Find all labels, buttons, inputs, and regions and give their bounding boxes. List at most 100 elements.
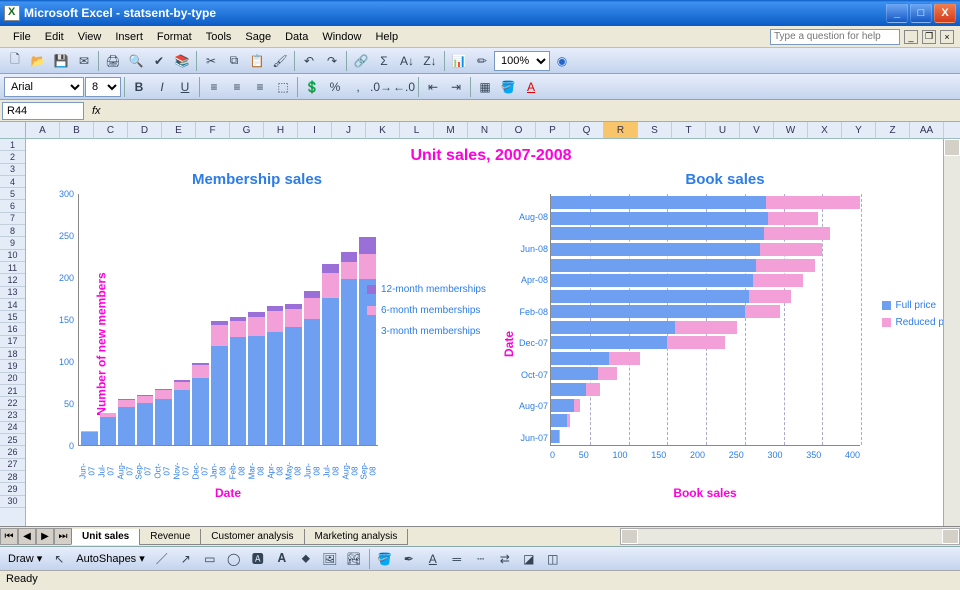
- inc-indent-icon[interactable]: ⇥: [445, 76, 467, 98]
- font-color-icon[interactable]: A: [520, 76, 542, 98]
- row-19[interactable]: 19: [0, 360, 25, 372]
- col-T[interactable]: T: [672, 122, 706, 139]
- scroll-right-icon[interactable]: [942, 529, 959, 544]
- rectangle-icon[interactable]: ▭: [199, 548, 221, 570]
- row-17[interactable]: 17: [0, 336, 25, 348]
- align-right-icon[interactable]: ≡: [249, 76, 271, 98]
- col-O[interactable]: O: [502, 122, 536, 139]
- menu-tools[interactable]: Tools: [199, 29, 239, 45]
- row-16[interactable]: 16: [0, 323, 25, 335]
- col-R[interactable]: R: [604, 122, 638, 139]
- doc-restore[interactable]: ❐: [922, 30, 936, 44]
- menu-insert[interactable]: Insert: [108, 29, 150, 45]
- line-icon[interactable]: ／: [151, 548, 173, 570]
- merge-icon[interactable]: ⬚: [272, 76, 294, 98]
- currency-icon[interactable]: 💲: [301, 76, 323, 98]
- draw-menu[interactable]: Draw ▾: [4, 552, 46, 565]
- row-6[interactable]: 6: [0, 200, 25, 212]
- col-D[interactable]: D: [128, 122, 162, 139]
- row-15[interactable]: 15: [0, 311, 25, 323]
- tab-unit-sales[interactable]: Unit sales: [71, 529, 140, 545]
- format-painter-icon[interactable]: 🖌: [269, 50, 291, 72]
- col-W[interactable]: W: [774, 122, 808, 139]
- col-K[interactable]: K: [366, 122, 400, 139]
- col-AA[interactable]: AA: [910, 122, 944, 139]
- chart-wizard-icon[interactable]: 📊: [448, 50, 470, 72]
- close-button[interactable]: X: [934, 3, 956, 23]
- sort-desc-icon[interactable]: Z↓: [419, 50, 441, 72]
- hyperlink-icon[interactable]: 🔗: [350, 50, 372, 72]
- name-box[interactable]: [2, 102, 84, 120]
- inc-decimal-icon[interactable]: .0→: [370, 76, 392, 98]
- row-4[interactable]: 4: [0, 176, 25, 188]
- col-B[interactable]: B: [60, 122, 94, 139]
- align-center-icon[interactable]: ≡: [226, 76, 248, 98]
- row-18[interactable]: 18: [0, 348, 25, 360]
- row-13[interactable]: 13: [0, 287, 25, 299]
- col-H[interactable]: H: [264, 122, 298, 139]
- row-1[interactable]: 1: [0, 139, 25, 151]
- fill-color-icon[interactable]: 🪣: [497, 76, 519, 98]
- comma-icon[interactable]: ,: [347, 76, 369, 98]
- row-23[interactable]: 23: [0, 410, 25, 422]
- autoshapes-menu[interactable]: AutoShapes ▾: [72, 552, 149, 565]
- new-icon[interactable]: 🗋: [4, 50, 26, 72]
- col-P[interactable]: P: [536, 122, 570, 139]
- diagram-icon[interactable]: ⬥: [295, 548, 317, 570]
- textbox-icon[interactable]: 🅰: [247, 548, 269, 570]
- open-icon[interactable]: 📂: [27, 50, 49, 72]
- 3d-icon[interactable]: ◫: [542, 548, 564, 570]
- col-V[interactable]: V: [740, 122, 774, 139]
- autosum-icon[interactable]: Σ: [373, 50, 395, 72]
- minimize-button[interactable]: _: [886, 3, 908, 23]
- dash-style-icon[interactable]: ┄: [470, 548, 492, 570]
- select-objects-icon[interactable]: ↖: [48, 548, 70, 570]
- col-X[interactable]: X: [808, 122, 842, 139]
- col-L[interactable]: L: [400, 122, 434, 139]
- save-icon[interactable]: 💾: [50, 50, 72, 72]
- col-G[interactable]: G: [230, 122, 264, 139]
- oval-icon[interactable]: ◯: [223, 548, 245, 570]
- preview-icon[interactable]: 🔍: [125, 50, 147, 72]
- col-C[interactable]: C: [94, 122, 128, 139]
- menu-help[interactable]: Help: [368, 29, 405, 45]
- col-M[interactable]: M: [434, 122, 468, 139]
- col-E[interactable]: E: [162, 122, 196, 139]
- select-all[interactable]: [0, 122, 26, 139]
- tab-customer-analysis[interactable]: Customer analysis: [200, 529, 304, 545]
- print-icon[interactable]: 🖨: [102, 50, 124, 72]
- col-J[interactable]: J: [332, 122, 366, 139]
- menu-edit[interactable]: Edit: [38, 29, 71, 45]
- underline-icon[interactable]: U: [174, 76, 196, 98]
- doc-close[interactable]: ×: [940, 30, 954, 44]
- dec-decimal-icon[interactable]: ←.0: [393, 76, 415, 98]
- col-N[interactable]: N: [468, 122, 502, 139]
- cut-icon[interactable]: ✂: [200, 50, 222, 72]
- research-icon[interactable]: 📚: [171, 50, 193, 72]
- col-U[interactable]: U: [706, 122, 740, 139]
- row-7[interactable]: 7: [0, 213, 25, 225]
- font-name[interactable]: Arial: [4, 77, 84, 97]
- row-11[interactable]: 11: [0, 262, 25, 274]
- chart-membership[interactable]: Membership sales Number of new members 0…: [32, 171, 482, 511]
- arrow-style-icon[interactable]: ⇄: [494, 548, 516, 570]
- col-Z[interactable]: Z: [876, 122, 910, 139]
- row-12[interactable]: 12: [0, 274, 25, 286]
- line-style-icon[interactable]: ═: [446, 548, 468, 570]
- percent-icon[interactable]: %: [324, 76, 346, 98]
- italic-icon[interactable]: I: [151, 76, 173, 98]
- row-25[interactable]: 25: [0, 434, 25, 446]
- font-size[interactable]: 8: [85, 77, 121, 97]
- menu-sage[interactable]: Sage: [238, 29, 278, 45]
- col-F[interactable]: F: [196, 122, 230, 139]
- sort-asc-icon[interactable]: A↓: [396, 50, 418, 72]
- menu-data[interactable]: Data: [278, 29, 315, 45]
- row-9[interactable]: 9: [0, 237, 25, 249]
- row-24[interactable]: 24: [0, 422, 25, 434]
- permission-icon[interactable]: ✉: [73, 50, 95, 72]
- bold-icon[interactable]: B: [128, 76, 150, 98]
- row-14[interactable]: 14: [0, 299, 25, 311]
- col-Y[interactable]: Y: [842, 122, 876, 139]
- row-21[interactable]: 21: [0, 385, 25, 397]
- horizontal-scrollbar[interactable]: [620, 528, 960, 545]
